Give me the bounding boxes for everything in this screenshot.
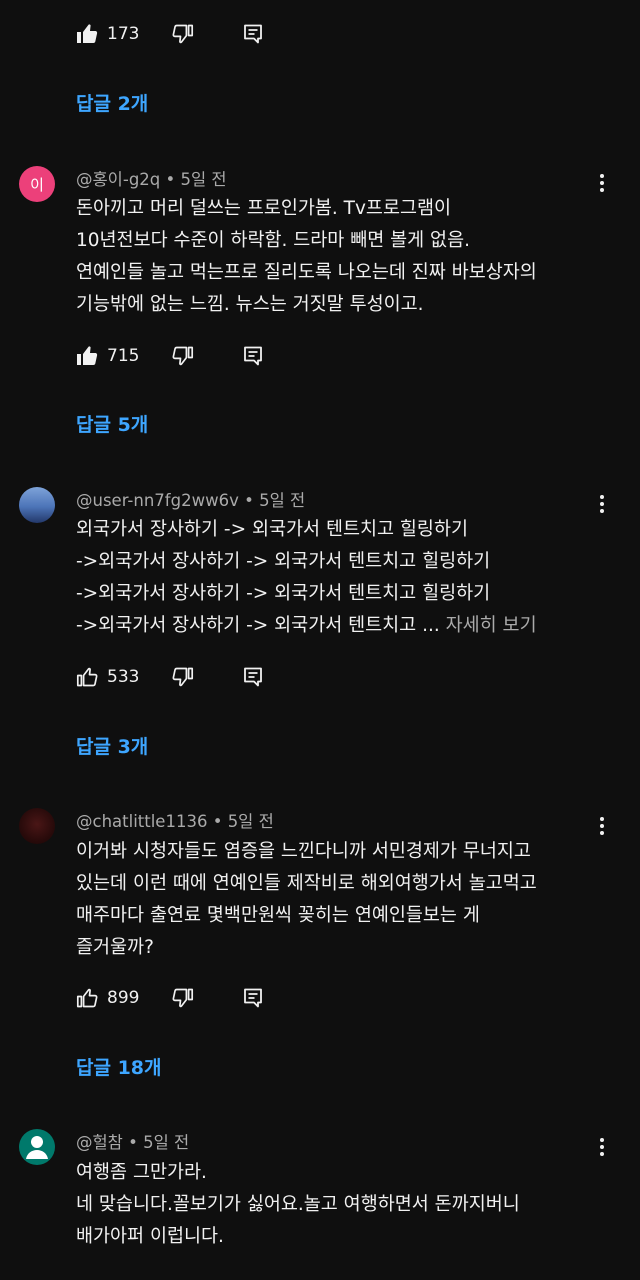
reply-icon[interactable] bbox=[241, 22, 265, 46]
thumbs-up-icon bbox=[75, 344, 99, 368]
more-vert-icon[interactable] bbox=[590, 1135, 614, 1159]
avatar[interactable] bbox=[19, 1129, 55, 1165]
comment-time: 5일 전 bbox=[143, 1133, 190, 1152]
comment-text: 외국가서 장사하기 -> 외국가서 텐트치고 힐링하기 ->외국가서 장사하기 -… bbox=[76, 519, 537, 636]
comment-action-bar: 173 bbox=[75, 20, 265, 48]
more-vert-icon[interactable] bbox=[590, 171, 614, 195]
comment-time: 5일 전 bbox=[259, 491, 306, 510]
like-count: 899 bbox=[107, 988, 140, 1008]
like-button[interactable]: 533 bbox=[75, 665, 167, 689]
comment-author[interactable]: @user-nn7fg2ww6v bbox=[76, 491, 239, 510]
comment-author[interactable]: @홍이-g2q bbox=[76, 170, 160, 189]
thumbs-up-icon bbox=[75, 986, 99, 1010]
like-count: 715 bbox=[107, 346, 140, 366]
view-replies-link[interactable]: 답글 5개 bbox=[76, 410, 148, 437]
like-button[interactable]: 715 bbox=[75, 344, 167, 368]
comment-text: 돈아끼고 머리 덜쓰는 프로인가봄. Tv프로그램이 10년전보다 수준이 하락함… bbox=[76, 198, 537, 315]
more-vert-icon[interactable] bbox=[590, 814, 614, 838]
comment-text: 여행좀 그만가라. 네 맞습니다.꼴보기가 싫어요.놀고 여행하면서 돈까지버니 배… bbox=[76, 1162, 520, 1247]
thumbs-down-icon[interactable] bbox=[171, 22, 195, 46]
like-button[interactable]: 173 bbox=[75, 22, 167, 46]
reply-icon[interactable] bbox=[241, 344, 265, 368]
comment-author[interactable]: @chatlittle1136 bbox=[76, 812, 207, 831]
more-vert-icon[interactable] bbox=[590, 492, 614, 516]
comment-action-bar: 715 bbox=[75, 342, 265, 370]
view-replies-link[interactable]: 답글 2개 bbox=[76, 89, 148, 116]
comment-author[interactable]: @헐참 bbox=[76, 1133, 123, 1152]
thumbs-down-icon[interactable] bbox=[171, 986, 195, 1010]
thumbs-up-icon bbox=[75, 665, 99, 689]
thumbs-down-icon[interactable] bbox=[171, 344, 195, 368]
like-button[interactable]: 899 bbox=[75, 986, 167, 1010]
reply-icon[interactable] bbox=[241, 986, 265, 1010]
comment-meta: @헐참 • 5일 전 bbox=[76, 1133, 190, 1152]
like-count: 533 bbox=[107, 667, 140, 687]
view-replies-link[interactable]: 답글 3개 bbox=[76, 732, 148, 759]
comment-meta: @chatlittle1136 • 5일 전 bbox=[76, 812, 274, 831]
view-replies-link[interactable]: 답글 18개 bbox=[76, 1053, 162, 1080]
comment-time: 5일 전 bbox=[180, 170, 227, 189]
like-count: 173 bbox=[107, 24, 140, 44]
thumbs-down-icon[interactable] bbox=[171, 665, 195, 689]
avatar[interactable] bbox=[19, 487, 55, 523]
comment-time: 5일 전 bbox=[227, 812, 274, 831]
comment-text: 이거봐 시청자들도 염증을 느낀다니까 서민경제가 무너지고 있는데 이런 때에 … bbox=[76, 841, 537, 958]
comment-action-bar: 899 bbox=[75, 984, 265, 1012]
avatar[interactable]: 이 bbox=[19, 166, 55, 202]
reply-icon[interactable] bbox=[241, 665, 265, 689]
read-more-link[interactable]: 자세히 보기 bbox=[446, 615, 537, 636]
avatar-letter: 이 bbox=[30, 175, 44, 194]
comment-meta: @user-nn7fg2ww6v • 5일 전 bbox=[76, 491, 306, 510]
thumbs-up-icon bbox=[75, 22, 99, 46]
comment-action-bar: 533 bbox=[75, 663, 265, 691]
comment-meta: @홍이-g2q • 5일 전 bbox=[76, 170, 227, 189]
avatar[interactable] bbox=[19, 808, 55, 844]
person-icon bbox=[26, 1136, 48, 1159]
